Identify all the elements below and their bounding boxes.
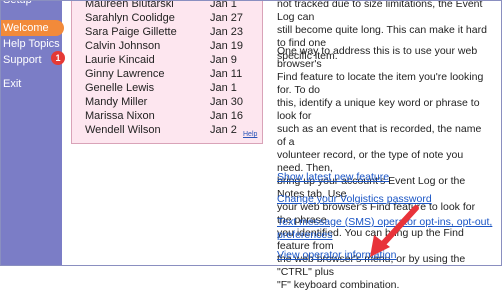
birthday-date: Jan 1 (210, 0, 237, 10)
annotation-arrow-icon (370, 205, 419, 257)
birthday-date: Jan 27 (210, 12, 244, 24)
text-line: this, identify a unique key word or phra… (277, 97, 480, 122)
birthday-date: Jan 2 (210, 124, 237, 136)
birthday-name: Genelle Lewis (85, 82, 155, 94)
text-line: Find feature to locate the item you're l… (277, 71, 484, 96)
birthday-name: Calvin Johnson (85, 40, 161, 52)
sidebar-item-help-topics[interactable]: Help Topics (0, 36, 62, 52)
sidebar-item-setup[interactable]: Setup (0, 0, 62, 8)
text-line: such as an event that is recorded, the n… (277, 123, 482, 148)
birthday-date: Jan 19 (210, 40, 244, 52)
text-line: "F" keyboard combination. (277, 279, 400, 291)
birthday-date: Jan 16 (210, 110, 244, 122)
birthday-name: Ginny Lawrence (85, 68, 165, 80)
birthday-date: Jan 9 (210, 54, 237, 66)
sidebar: Setup Welcome Help Topics Support 1 Exit (0, 0, 65, 266)
birthday-name: Laurie Kincaid (85, 54, 155, 66)
text-line: not tracked due to size limitations, the… (277, 0, 483, 23)
birthday-name: Sara Paige Gillette (85, 26, 177, 38)
support-notification-badge: 1 (51, 51, 65, 65)
help-link[interactable]: Help (243, 131, 257, 138)
birthday-name: Mandy Miller (85, 96, 148, 108)
birthday-panel: Maureen Blutarski Jan 1 Sarahlyn Coolidg… (71, 0, 263, 144)
birthday-date: Jan 23 (210, 26, 244, 38)
text-line: One way to address this is to use your w… (277, 45, 478, 70)
birthday-date: Jan 1 (210, 82, 237, 94)
birthday-name: Wendell Wilson (85, 124, 161, 136)
sidebar-item-welcome[interactable]: Welcome (0, 20, 64, 36)
birthday-name: Maureen Blutarski (85, 0, 174, 10)
birthday-name: Sarahlyn Coolidge (85, 12, 175, 24)
show-latest-feature-link[interactable]: Show latest new feature (277, 171, 389, 184)
birthday-name: Marissa Nixon (85, 110, 155, 122)
sidebar-item-exit[interactable]: Exit (0, 76, 62, 92)
birthday-date: Jan 11 (210, 68, 243, 80)
birthday-date: Jan 30 (210, 96, 244, 108)
